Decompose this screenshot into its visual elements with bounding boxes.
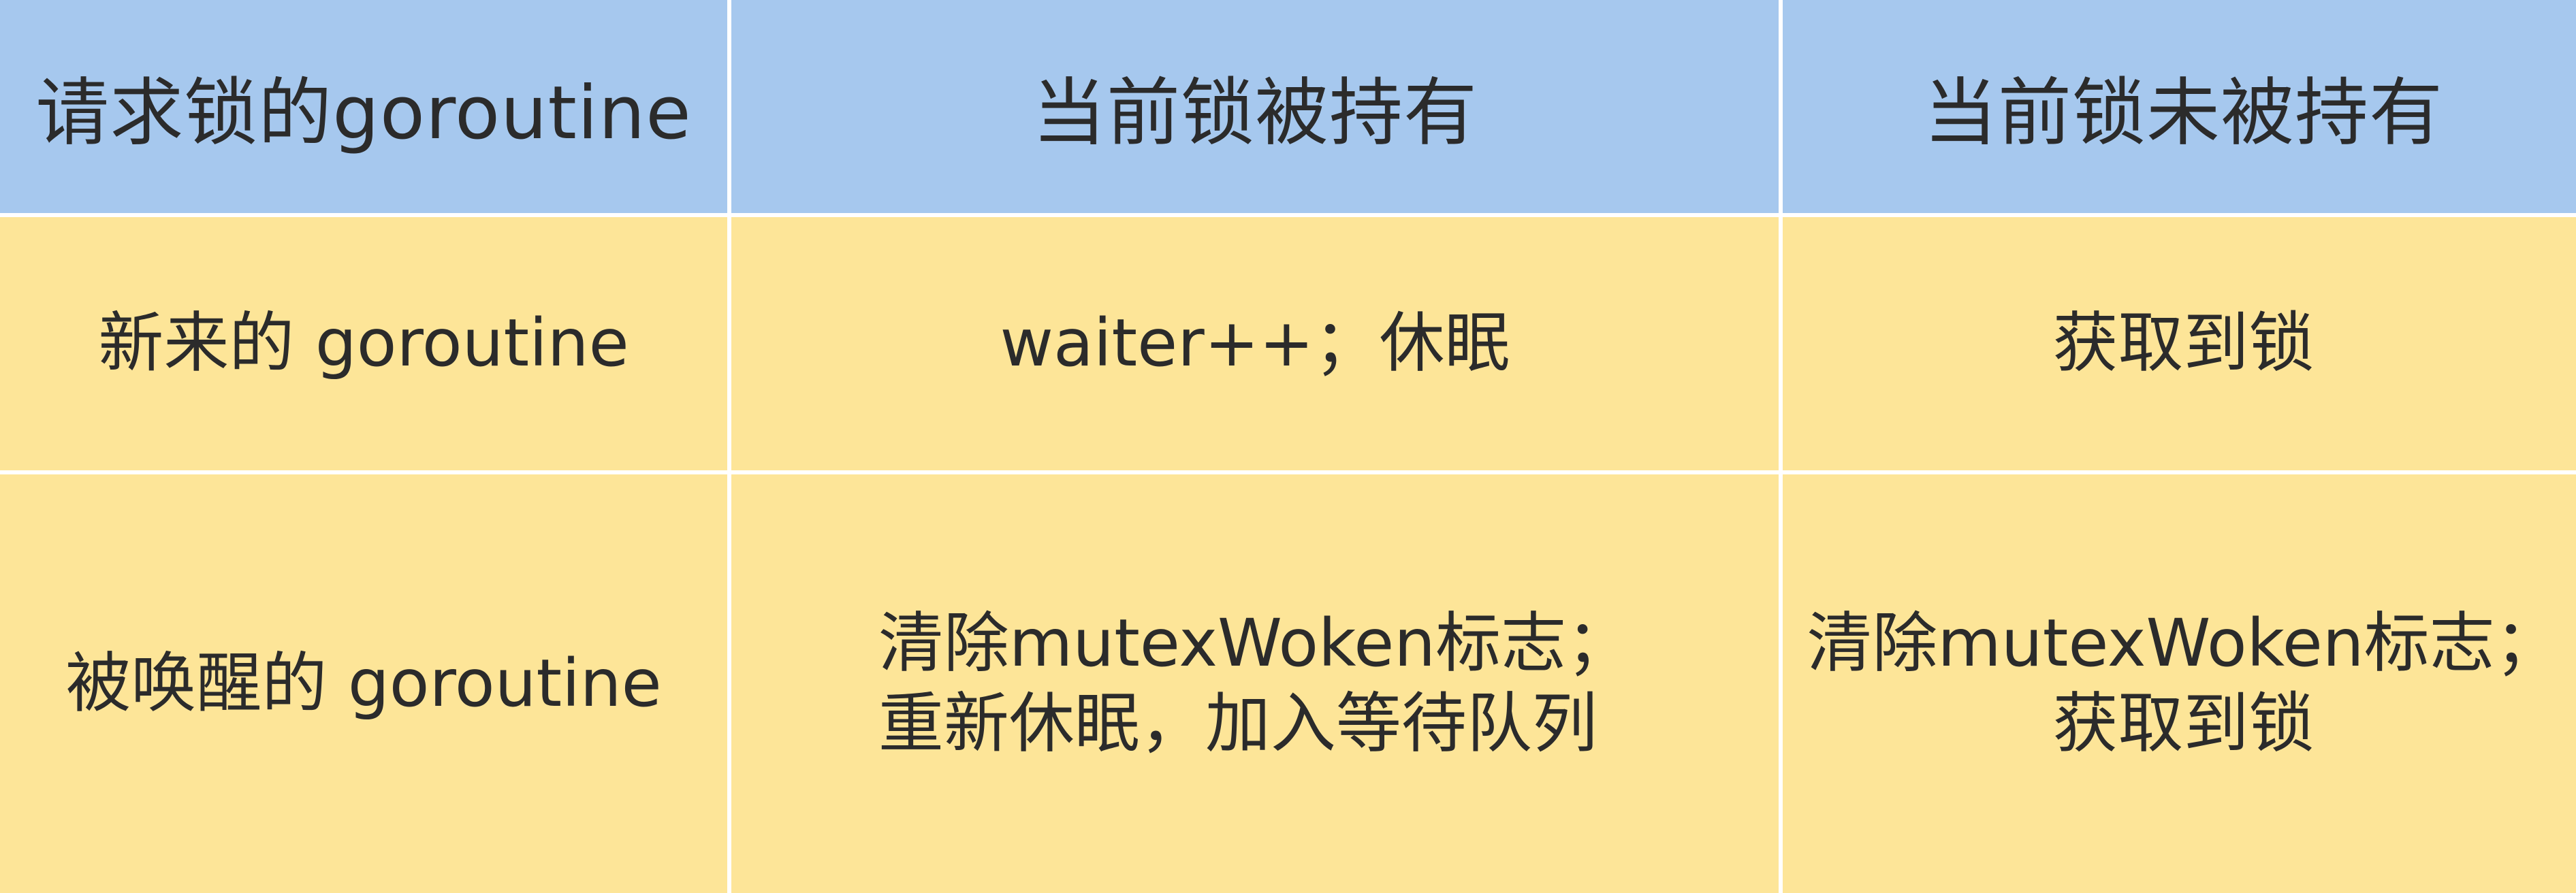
header-cell-lock-held: 当前锁被持有	[731, 0, 1779, 213]
row-label-new-goroutine: 新来的 goroutine	[98, 305, 629, 382]
woken-goroutine-lock-held-cell: 清除mutexWoken标志； 重新休眠，加入等待队列	[731, 474, 1779, 893]
header-label-lock-held: 当前锁被持有	[1032, 70, 1478, 156]
woken-goroutine-lock-held-line-2: 重新休眠，加入等待队列	[878, 685, 1597, 762]
header-cell-lock-not-held: 当前锁未被持有	[1783, 0, 2576, 213]
woken-goroutine-lock-held-lines: 清除mutexWoken标志； 重新休眠，加入等待队列	[878, 604, 1632, 763]
woken-goroutine-lock-not-held-lines: 清除mutexWoken标志； 获取到锁	[1807, 604, 2560, 763]
woken-goroutine-lock-held-line-1: 清除mutexWoken标志；	[878, 605, 1632, 682]
woken-goroutine-lock-not-held-line-1: 清除mutexWoken标志；	[1807, 605, 2560, 682]
woken-goroutine-lock-not-held-line-2: 获取到锁	[2052, 685, 2315, 762]
header-label-lock-not-held: 当前锁未被持有	[1923, 70, 2443, 156]
row-label-cell-woken-goroutine: 被唤醒的 goroutine	[0, 474, 727, 893]
header-label-requesting-goroutine: 请求锁的goroutine	[35, 70, 692, 156]
woken-goroutine-lock-not-held-cell: 清除mutexWoken标志； 获取到锁	[1783, 474, 2576, 893]
new-goroutine-lock-not-held-cell: 获取到锁	[1783, 217, 2576, 470]
mutex-state-table: 请求锁的goroutine 当前锁被持有 当前锁未被持有 新来的 gorouti…	[0, 0, 2576, 893]
new-goroutine-lock-not-held-text: 获取到锁	[2052, 305, 2315, 382]
new-goroutine-lock-held-cell: waiter++；休眠	[731, 217, 1779, 470]
header-cell-requesting-goroutine: 请求锁的goroutine	[0, 0, 727, 213]
new-goroutine-lock-held-text: waiter++；休眠	[1000, 305, 1510, 382]
row-label-woken-goroutine: 被唤醒的 goroutine	[65, 645, 662, 721]
row-label-cell-new-goroutine: 新来的 goroutine	[0, 217, 727, 470]
